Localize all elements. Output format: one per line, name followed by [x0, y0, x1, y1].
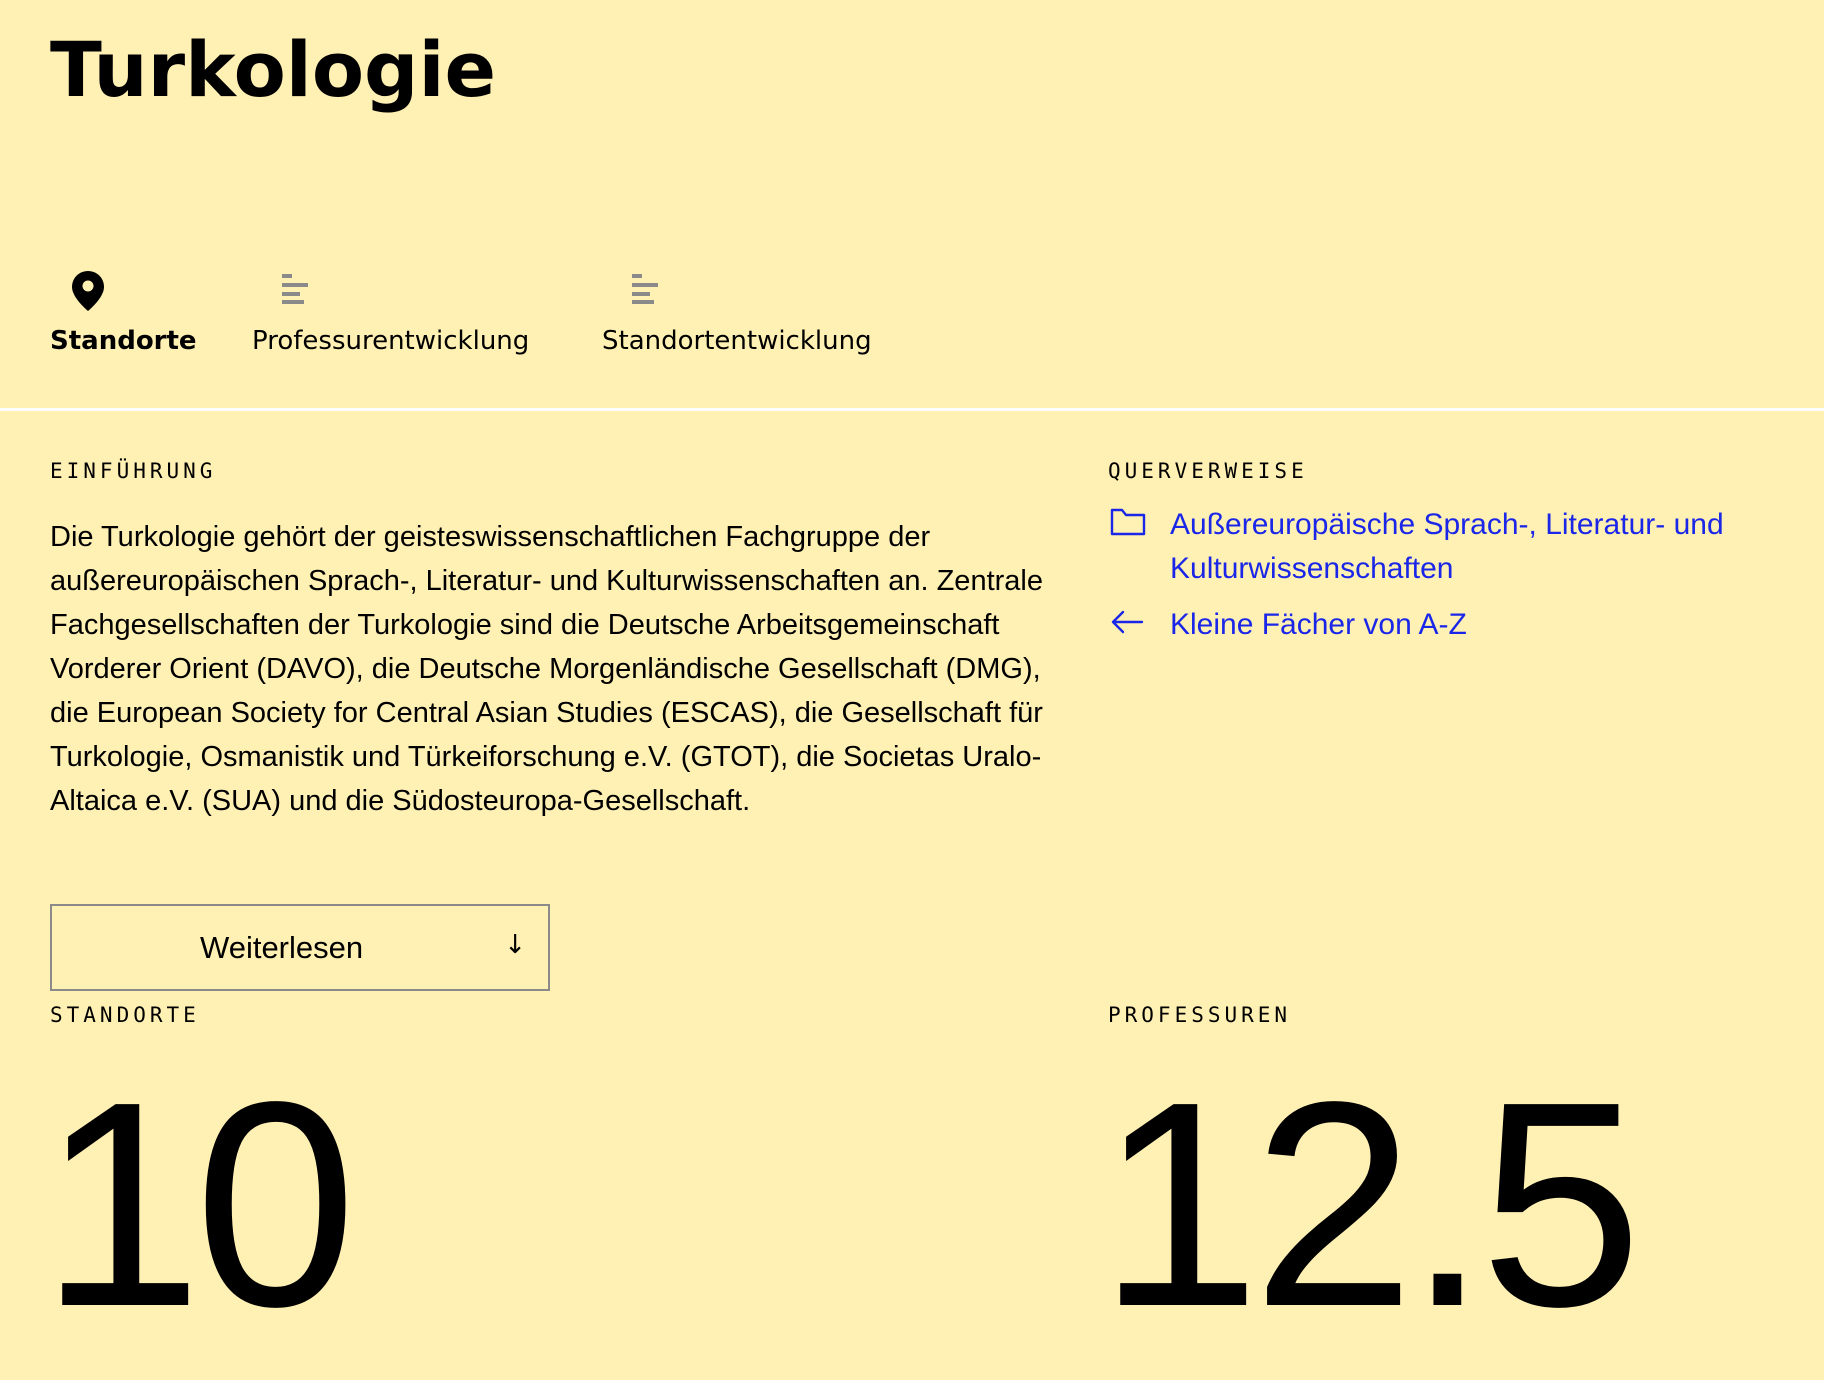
read-more-label: Weiterlesen [200, 930, 364, 965]
tab-label: Standortentwicklung [602, 326, 872, 356]
arrow-left-icon [1110, 607, 1144, 641]
tab-divider [0, 408, 1824, 411]
crossref-link-label[interactable]: Kleine Fächer von A-Z [1170, 608, 1467, 641]
page-title: Turkologie [50, 25, 497, 114]
crossref-link-aussereuropaeische[interactable]: Außereuropäische Sprach-, Literatur- und… [1108, 503, 1808, 591]
intro-heading: EINFÜHRUNG [50, 459, 217, 483]
tab-label: Standorte [50, 326, 197, 356]
professuren-stat-value: 12.5 [1098, 1041, 1642, 1367]
read-more-button[interactable]: Weiterlesen ↓ [50, 904, 550, 991]
bar-chart-icon [632, 274, 660, 308]
crossrefs-heading: QUERVERWEISE [1108, 459, 1308, 483]
tab-label: Professurentwicklung [252, 326, 530, 356]
location-pin-icon [70, 270, 106, 316]
bar-chart-icon [282, 274, 310, 308]
standorte-stat-value: 10 [40, 1041, 357, 1367]
professuren-stat-label: PROFESSUREN [1108, 1003, 1292, 1027]
tab-standorte[interactable]: Standorte [50, 262, 197, 362]
crossrefs-list: Außereuropäische Sprach-, Literatur- und… [1108, 503, 1808, 659]
intro-text: Die Turkologie gehört der geisteswissens… [50, 521, 1043, 817]
tab-professurentwicklung[interactable]: Professurentwicklung [252, 262, 544, 362]
folder-icon [1110, 507, 1146, 541]
arrow-down-icon: ↓ [504, 930, 526, 960]
crossref-link-kleine-faecher[interactable]: Kleine Fächer von A-Z [1108, 603, 1808, 647]
standorte-stat-label: STANDORTE [50, 1003, 200, 1027]
page: Turkologie Standorte Professurentwicklun… [0, 0, 1824, 1380]
crossref-link-label[interactable]: Außereuropäische Sprach-, Literatur- und… [1170, 508, 1724, 585]
tab-standortentwicklung[interactable]: Standortentwicklung [602, 262, 892, 362]
